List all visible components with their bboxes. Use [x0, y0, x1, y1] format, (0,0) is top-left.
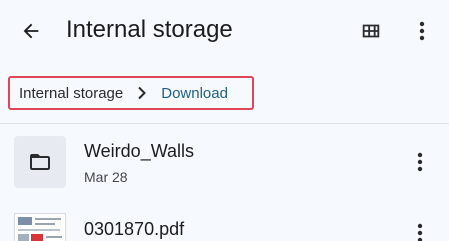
folder-icon: [30, 154, 50, 170]
file-date: Mar 28: [84, 169, 128, 185]
grid-view-button[interactable]: [356, 16, 386, 46]
row-more-options-button[interactable]: [408, 148, 432, 176]
more-options-button[interactable]: [408, 16, 436, 46]
breadcrumb-item-download[interactable]: Download: [161, 85, 228, 102]
more-vert-icon: [417, 152, 423, 172]
folder-thumbnail: [14, 136, 66, 188]
chevron-right-icon: [137, 86, 147, 100]
file-row-weirdo-walls[interactable]: Weirdo_Walls Mar 28: [0, 124, 449, 200]
more-vert-icon: [419, 21, 425, 41]
back-button[interactable]: [16, 16, 46, 46]
breadcrumb: Internal storage Download: [8, 76, 254, 110]
file-name: 0301870.pdf: [84, 219, 185, 239]
page-title: Internal storage: [66, 16, 233, 43]
file-name: Weirdo_Walls: [84, 141, 195, 161]
row-more-options-button[interactable]: [408, 219, 432, 241]
more-vert-icon: [417, 223, 423, 241]
app-bar: Internal storage: [0, 0, 449, 62]
file-row-0301870-pdf[interactable]: 0301870.pdf: [0, 201, 449, 241]
pdf-thumbnail: [14, 213, 66, 241]
breadcrumb-item-internal-storage[interactable]: Internal storage: [19, 85, 123, 102]
grid-view-icon: [362, 24, 380, 38]
back-arrow-icon: [23, 23, 39, 39]
